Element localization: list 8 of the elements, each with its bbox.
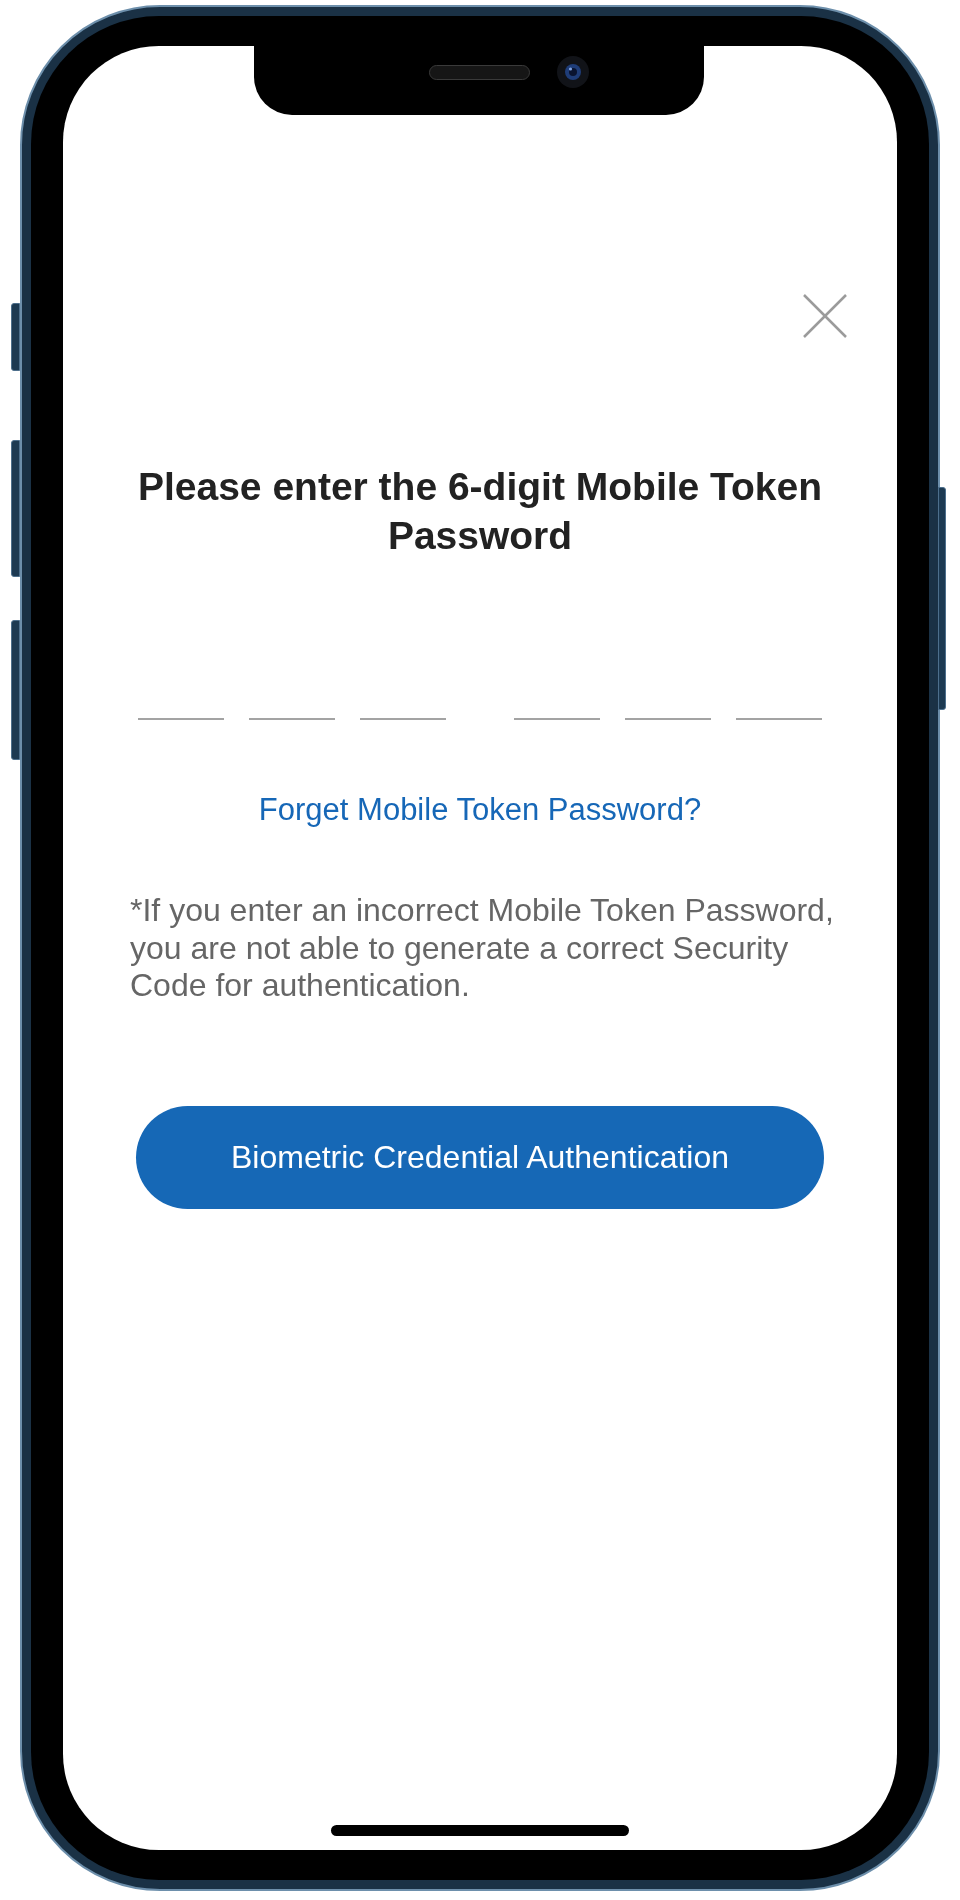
note-text: *If you enter an incorrect Mobile Token Password, you are not able to generate a correct Security Code for authentication. [130, 892, 835, 1005]
camera-lens-icon [557, 56, 589, 88]
authentication-button[interactable]: Biometric Credential Authentication [136, 1105, 824, 1209]
title: Please enter the 6-digit Mobile Token Password [136, 464, 824, 559]
side-key-drawing [11, 303, 20, 371]
close-icon [803, 294, 847, 338]
speaker-grille-icon [429, 64, 530, 80]
forgot-password-link[interactable]: Forget Mobile Token Password? [258, 790, 702, 830]
